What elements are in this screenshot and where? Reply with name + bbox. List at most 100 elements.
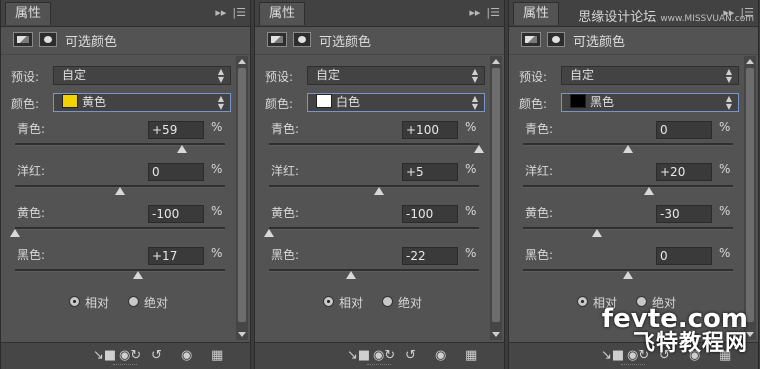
color-select[interactable]: 黄色 ▲ ▼	[53, 93, 231, 112]
resize-grip[interactable]	[113, 364, 137, 367]
view-previous-icon[interactable]: ◉↻	[373, 349, 395, 363]
slider-value-input[interactable]: -22	[402, 247, 458, 265]
slider-value-input[interactable]: 0	[148, 163, 204, 181]
percent-label: %	[465, 162, 477, 176]
slider-value-input[interactable]: -100	[402, 205, 458, 223]
slider-thumb[interactable]	[115, 187, 125, 195]
slider-value-input[interactable]: -30	[656, 205, 712, 223]
select-arrows-icon: ▲ ▼	[725, 94, 732, 111]
radio-relative[interactable]	[323, 296, 334, 307]
slider-label: 黑色:	[17, 248, 46, 262]
color-label: 颜色:	[11, 97, 40, 111]
adjustment-header: 可选颜色	[509, 26, 758, 55]
slider-thumb[interactable]	[264, 229, 274, 237]
view-previous-icon[interactable]: ◉↻	[119, 349, 141, 363]
preset-value: 自定	[316, 68, 341, 82]
layer-mask-icon[interactable]	[547, 32, 565, 47]
slider-thumb[interactable]	[10, 229, 20, 237]
preset-select[interactable]: 自定 ▲ ▼	[53, 66, 231, 85]
color-select[interactable]: 黑色 ▲ ▼	[561, 93, 739, 112]
panel-footer: ↘■ ◉↻ ↺ ◉ ▦	[255, 342, 504, 369]
tab-properties[interactable]: 属性	[5, 2, 51, 25]
color-label: 颜色:	[519, 97, 548, 111]
color-select[interactable]: 白色 ▲ ▼	[307, 93, 485, 112]
trash-icon[interactable]: ▦	[465, 349, 477, 363]
slider-value-input[interactable]: +59	[148, 121, 204, 139]
scroll-up-icon[interactable]	[238, 59, 246, 64]
percent-label: %	[211, 246, 223, 260]
scroll-down-icon[interactable]	[238, 332, 246, 337]
panel-menu-icon[interactable]: |☰	[486, 6, 500, 19]
color-value: 白色	[336, 95, 361, 109]
slider-track[interactable]	[269, 269, 479, 272]
reset-icon[interactable]: ↺	[151, 349, 162, 363]
layer-mask-icon[interactable]	[293, 32, 311, 47]
resize-grip[interactable]	[621, 364, 645, 367]
watermark-top: 思缘设计论坛 www.MISSVUAN.com	[578, 6, 754, 25]
slider-thumb[interactable]	[345, 271, 356, 279]
slider-thumb[interactable]	[623, 271, 633, 279]
slider-track[interactable]	[15, 143, 225, 146]
double-arrow-right-icon[interactable]: ▸▸	[215, 6, 226, 19]
slider-track[interactable]	[523, 185, 733, 188]
select-arrows-icon: ▲ ▼	[217, 67, 224, 84]
slider-value-input[interactable]: -100	[148, 205, 204, 223]
tab-properties[interactable]: 属性	[259, 2, 305, 25]
slider-value-input[interactable]: 0	[656, 247, 712, 265]
double-arrow-right-icon[interactable]: ▸▸	[469, 6, 480, 19]
slider-track[interactable]	[269, 143, 479, 146]
reset-icon[interactable]: ↺	[405, 349, 416, 363]
adjustment-layer-icon[interactable]	[267, 32, 287, 47]
color-swatch	[62, 94, 78, 108]
slider-value-input[interactable]: +17	[148, 247, 204, 265]
scrollbar[interactable]	[236, 56, 248, 340]
slider-thumb[interactable]	[176, 145, 187, 153]
scrollbar-thumb[interactable]	[492, 68, 500, 322]
slider-value-input[interactable]: 0	[656, 121, 712, 139]
scroll-up-icon[interactable]	[746, 59, 754, 64]
preset-select[interactable]: 自定 ▲ ▼	[307, 66, 485, 85]
clip-to-layer-icon[interactable]: ↘■	[347, 349, 370, 363]
adjustment-layer-icon[interactable]	[13, 32, 33, 47]
scroll-up-icon[interactable]	[492, 59, 500, 64]
slider-thumb[interactable]	[623, 145, 633, 153]
radio-absolute[interactable]	[382, 296, 393, 307]
layer-mask-icon[interactable]	[39, 32, 57, 47]
trash-icon[interactable]: ▦	[211, 349, 223, 363]
slider-thumb[interactable]	[132, 271, 143, 279]
radio-relative-label: 相对	[85, 296, 110, 310]
slider-value-input[interactable]: +20	[656, 163, 712, 181]
percent-label: %	[719, 162, 731, 176]
radio-absolute[interactable]	[128, 296, 139, 307]
tab-properties[interactable]: 属性	[513, 2, 559, 25]
scrollbar-thumb[interactable]	[238, 68, 246, 322]
adjustment-layer-icon[interactable]	[521, 32, 541, 47]
slider-track[interactable]	[269, 227, 479, 230]
slider-thumb[interactable]	[374, 187, 385, 195]
eye-icon[interactable]: ◉	[435, 349, 446, 363]
panel-menu-icon[interactable]: |☰	[232, 6, 246, 19]
preset-select[interactable]: 自定 ▲ ▼	[561, 66, 739, 85]
scrollbar[interactable]	[744, 56, 756, 340]
slider-value-input[interactable]: +100	[402, 121, 458, 139]
scrollbar[interactable]	[490, 56, 502, 340]
slider-track[interactable]	[15, 227, 225, 230]
slider-track[interactable]	[523, 227, 733, 230]
scrollbar-thumb[interactable]	[746, 68, 754, 322]
slider-value-input[interactable]: +5	[402, 163, 458, 181]
panel-titlebar: 属性 ▸▸ |☰	[1, 0, 250, 27]
slider-thumb[interactable]	[644, 187, 654, 195]
slider-thumb[interactable]	[474, 145, 484, 153]
preset-label: 预设:	[519, 70, 548, 84]
radio-relative[interactable]	[69, 296, 80, 307]
eye-icon[interactable]: ◉	[181, 349, 192, 363]
adjustment-title: 可选颜色	[573, 35, 626, 50]
clip-to-layer-icon[interactable]: ↘■	[93, 349, 116, 363]
slider-track[interactable]	[15, 269, 225, 272]
slider-label: 黄色:	[271, 206, 300, 220]
select-arrows-icon: ▲ ▼	[217, 94, 224, 111]
scroll-down-icon[interactable]	[492, 332, 500, 337]
resize-grip[interactable]	[367, 364, 391, 367]
radio-relative[interactable]	[577, 296, 588, 307]
slider-thumb[interactable]	[591, 229, 602, 237]
